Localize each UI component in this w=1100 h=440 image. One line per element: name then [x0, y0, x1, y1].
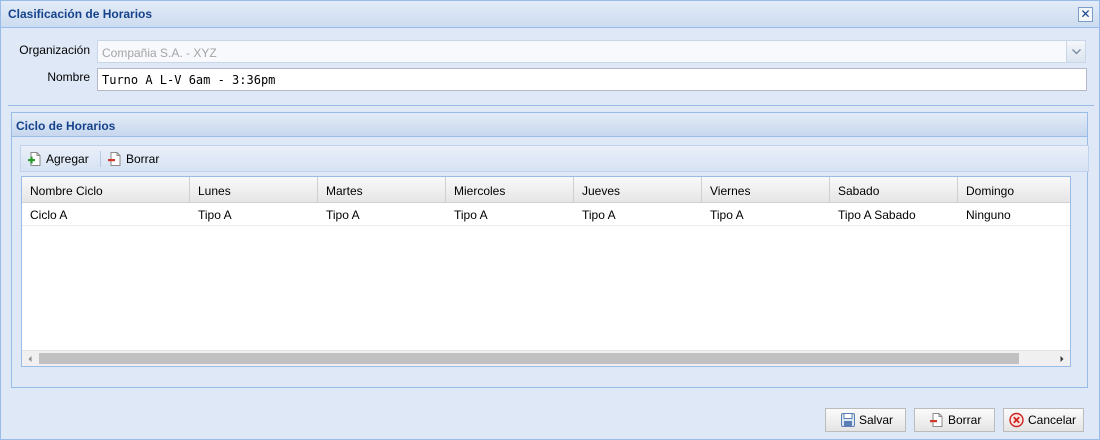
- cell-martes[interactable]: Tipo A: [318, 203, 360, 225]
- col-header-sabado[interactable]: Sabado: [830, 177, 958, 203]
- cancel-icon: [1009, 412, 1024, 428]
- ciclo-toolbar: Agregar Borrar: [20, 145, 1089, 172]
- horizontal-scrollbar[interactable]: [22, 350, 1070, 366]
- cell-miercoles[interactable]: Tipo A: [446, 203, 488, 225]
- col-header-viernes[interactable]: Viernes: [702, 177, 830, 203]
- delete-button[interactable]: Borrar: [914, 408, 995, 432]
- ciclo-header: Ciclo de Horarios: [12, 113, 1087, 137]
- col-header-martes[interactable]: Martes: [318, 177, 446, 203]
- grid-header: Nombre Ciclo Lunes Martes Miercoles Juev…: [22, 177, 1070, 203]
- cell-sabado[interactable]: Tipo A Sabado: [830, 203, 916, 225]
- delete-row-button[interactable]: Borrar: [107, 149, 159, 169]
- cell-nombre-ciclo[interactable]: Ciclo A: [22, 203, 67, 225]
- nombre-input[interactable]: [98, 69, 1086, 90]
- col-header-jueves[interactable]: Jueves: [574, 177, 702, 203]
- window-titlebar[interactable]: Clasificación de Horarios ✕: [1, 1, 1099, 28]
- nombre-field[interactable]: [97, 68, 1087, 91]
- window-title: Clasificación de Horarios: [8, 7, 153, 21]
- col-header-domingo[interactable]: Domingo: [958, 177, 1070, 203]
- delete-button-label: Borrar: [948, 413, 982, 427]
- cell-domingo[interactable]: Ninguno: [958, 203, 1011, 225]
- chevron-down-icon[interactable]: [1066, 41, 1085, 62]
- window: Clasificación de Horarios ✕ Organización…: [0, 0, 1100, 440]
- cancel-button[interactable]: Cancelar: [1003, 408, 1084, 432]
- organizacion-combo[interactable]: Compañia S.A. - XYZ: [97, 40, 1086, 63]
- cell-lunes[interactable]: Tipo A: [190, 203, 232, 225]
- toolbar-separator: [100, 151, 101, 167]
- ciclo-title: Ciclo de Horarios: [16, 119, 116, 133]
- cell-jueves[interactable]: Tipo A: [574, 203, 616, 225]
- add-button[interactable]: Agregar: [27, 149, 89, 169]
- organizacion-label: Organización: [19, 43, 90, 57]
- col-header-miercoles[interactable]: Miercoles: [446, 177, 574, 203]
- add-page-icon: [28, 152, 41, 166]
- close-icon[interactable]: ✕: [1078, 7, 1093, 22]
- cell-viernes[interactable]: Tipo A: [702, 203, 744, 225]
- organizacion-value: Compañia S.A. - XYZ: [102, 46, 217, 60]
- scrollbar-thumb[interactable]: [39, 353, 1019, 364]
- remove-page-icon: [108, 152, 121, 166]
- col-header-nombre-ciclo[interactable]: Nombre Ciclo: [22, 177, 190, 203]
- table-row[interactable]: Ciclo A Tipo A Tipo A Tipo A Tipo A Tipo…: [22, 203, 1070, 226]
- delete-icon: [930, 413, 943, 427]
- nombre-label: Nombre: [47, 70, 90, 84]
- ciclo-grid: Nombre Ciclo Lunes Martes Miercoles Juev…: [21, 176, 1071, 367]
- cancel-button-label: Cancelar: [1028, 413, 1077, 427]
- save-button-label: Salvar: [859, 413, 894, 427]
- col-header-lunes[interactable]: Lunes: [190, 177, 318, 203]
- save-button[interactable]: Salvar: [825, 408, 906, 432]
- delete-row-button-label: Borrar: [126, 152, 160, 166]
- save-icon: [841, 413, 855, 427]
- scroll-right-icon[interactable]: [1058, 355, 1066, 363]
- scroll-left-icon[interactable]: [26, 355, 34, 363]
- add-button-label: Agregar: [46, 152, 89, 166]
- ciclo-fieldset: Ciclo de Horarios Agregar Borrar Nombre …: [11, 112, 1089, 388]
